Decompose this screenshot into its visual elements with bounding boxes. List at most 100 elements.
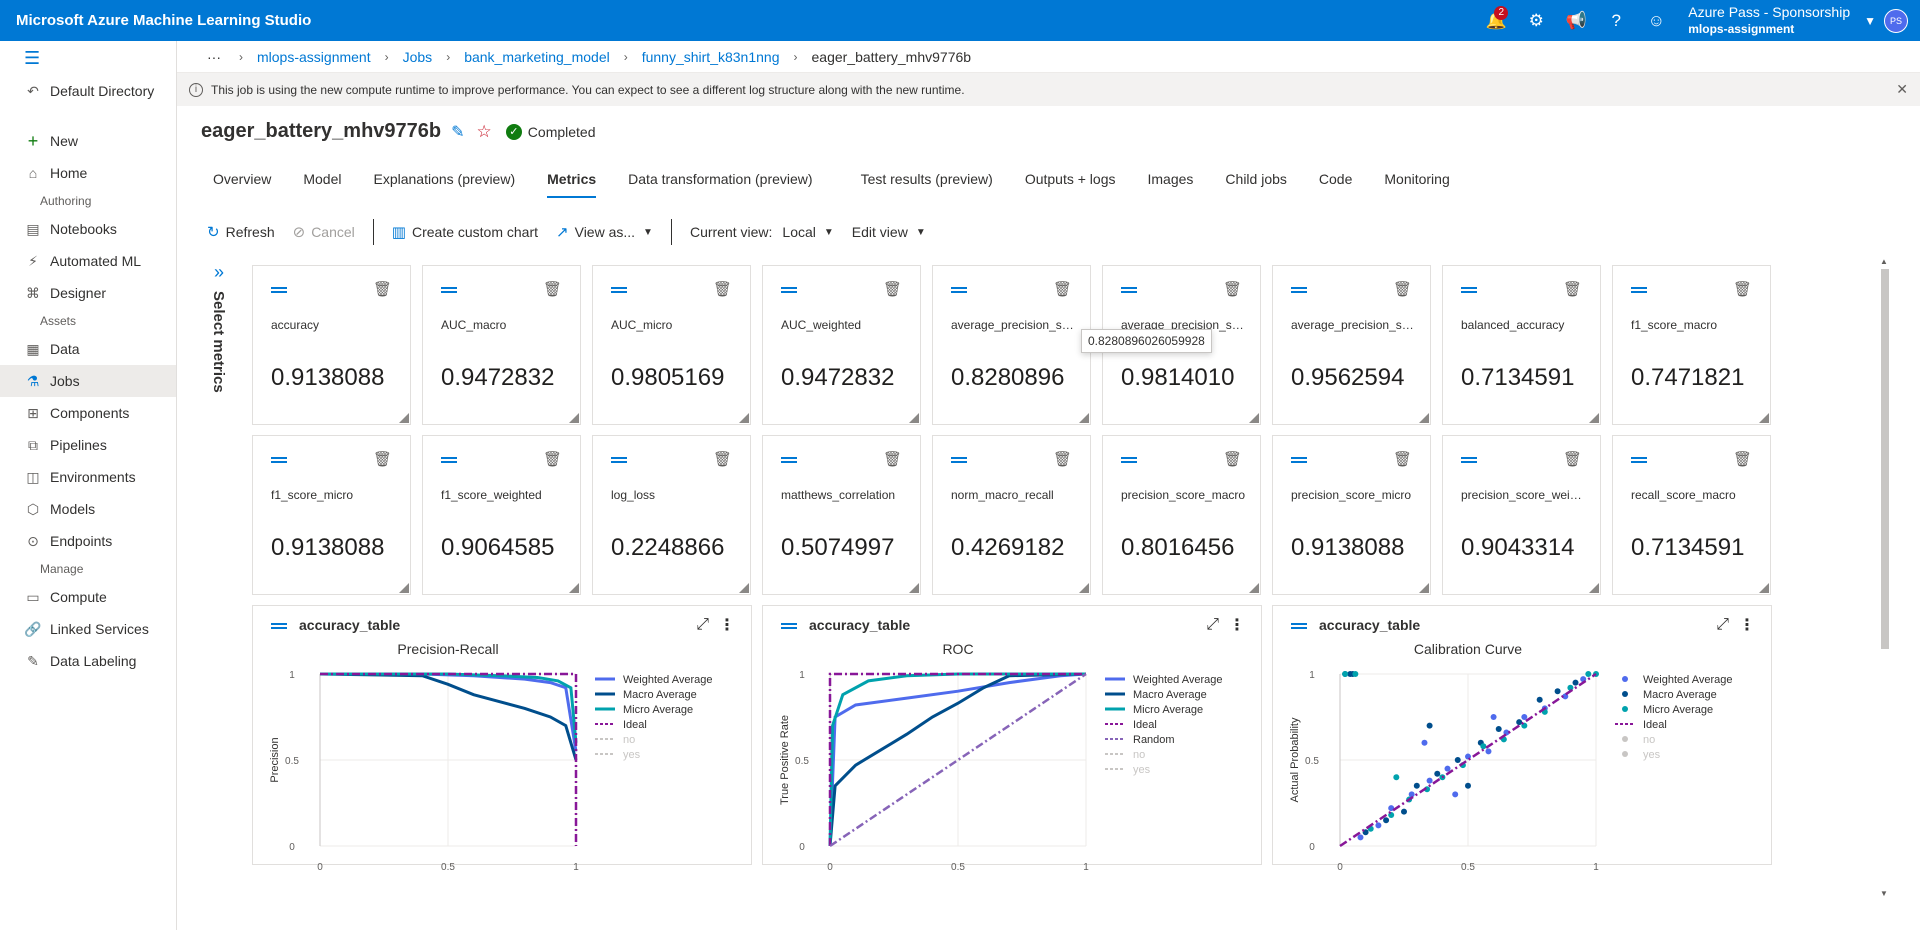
view-as-dropdown[interactable]: ↗ View as... ▼ [556, 223, 653, 241]
cancel-button[interactable]: ⊘ Cancel [293, 223, 355, 241]
announcement-icon[interactable]: 📢 [1556, 0, 1596, 41]
hamburger-menu-icon[interactable]: ☰ [0, 41, 176, 75]
drag-handle-icon[interactable] [271, 457, 287, 463]
metric-card[interactable]: 🗑 precision_score_weigh... 0.9043314 [1442, 435, 1601, 595]
settings-icon[interactable]: ⚙ [1516, 0, 1556, 41]
resize-handle-icon[interactable] [1589, 413, 1599, 423]
expand-icon[interactable]: ⤢ [1206, 616, 1219, 634]
tab-outputs-logs[interactable]: Outputs + logs [1013, 166, 1128, 200]
refresh-button[interactable]: ↻ Refresh [207, 223, 275, 241]
delete-icon[interactable]: 🗑 [713, 280, 732, 298]
tab-overview[interactable]: Overview [201, 166, 283, 200]
sidebar-item-linked-services[interactable]: 🔗 Linked Services [0, 613, 176, 645]
resize-handle-icon[interactable] [909, 413, 919, 423]
drag-handle-icon[interactable] [441, 287, 457, 293]
delete-icon[interactable]: 🗑 [1733, 280, 1752, 298]
resize-handle-icon[interactable] [399, 413, 409, 423]
delete-icon[interactable]: 🗑 [373, 280, 392, 298]
drag-handle-icon[interactable] [781, 623, 797, 629]
drag-handle-icon[interactable] [1121, 457, 1137, 463]
edit-view-dropdown[interactable]: Edit view ▼ [852, 224, 926, 240]
feedback-icon[interactable]: ☺ [1636, 0, 1676, 41]
scrollbar-thumb[interactable] [1881, 269, 1889, 649]
delete-icon[interactable]: 🗑 [713, 450, 732, 468]
metric-card[interactable]: 🗑 average_precision_sco... 0.9562594 [1272, 265, 1431, 425]
sidebar-item-new[interactable]: + New [0, 125, 176, 157]
sidebar-item-jobs[interactable]: ⚗ Jobs [0, 365, 176, 397]
drag-handle-icon[interactable] [611, 287, 627, 293]
metric-card[interactable]: 🗑 average_precision_sco... 0.8280896 [932, 265, 1091, 425]
resize-handle-icon[interactable] [1079, 583, 1089, 593]
tab-test-results[interactable]: Test results (preview) [849, 166, 1005, 200]
sidebar-item-components[interactable]: ⊞ Components [0, 397, 176, 429]
delete-icon[interactable]: 🗑 [1223, 450, 1242, 468]
close-icon[interactable]: ✕ [1896, 81, 1908, 98]
metric-card[interactable]: 🗑 matthews_correlation 0.5074997 [762, 435, 921, 595]
delete-icon[interactable]: 🗑 [1393, 450, 1412, 468]
scroll-down-icon[interactable]: ▼ [1880, 889, 1888, 898]
delete-icon[interactable]: 🗑 [883, 450, 902, 468]
metric-card[interactable]: 🗑 recall_score_macro 0.7134591 [1612, 435, 1771, 595]
resize-handle-icon[interactable] [909, 583, 919, 593]
delete-icon[interactable]: 🗑 [1563, 450, 1582, 468]
delete-icon[interactable]: 🗑 [1053, 450, 1072, 468]
sidebar-item-notebooks[interactable]: ▤ Notebooks [0, 213, 176, 245]
more-options-icon[interactable]: ⋮ [1229, 615, 1245, 635]
delete-icon[interactable]: 🗑 [1733, 450, 1752, 468]
metric-card[interactable]: 🗑 balanced_accuracy 0.7134591 [1442, 265, 1601, 425]
drag-handle-icon[interactable] [781, 287, 797, 293]
drag-handle-icon[interactable] [1291, 287, 1307, 293]
tab-child-jobs[interactable]: Child jobs [1213, 166, 1298, 200]
metric-card[interactable]: 🗑 AUC_macro 0.9472832 [422, 265, 581, 425]
resize-handle-icon[interactable] [1419, 413, 1429, 423]
create-custom-chart-button[interactable]: ▥ Create custom chart [392, 223, 538, 241]
metric-card[interactable]: 🗑 f1_score_weighted 0.9064585 [422, 435, 581, 595]
drag-handle-icon[interactable] [1461, 287, 1477, 293]
resize-handle-icon[interactable] [1759, 583, 1769, 593]
chevron-down-icon[interactable]: ▼ [1864, 14, 1876, 28]
drag-handle-icon[interactable] [611, 457, 627, 463]
resize-handle-icon[interactable] [1759, 413, 1769, 423]
sidebar-item-environments[interactable]: ◫ Environments [0, 461, 176, 493]
tab-metrics[interactable]: Metrics [535, 166, 608, 200]
sidebar-item-endpoints[interactable]: ⊙ Endpoints [0, 525, 176, 557]
tab-data-transformation[interactable]: Data transformation (preview) [616, 166, 824, 200]
delete-icon[interactable]: 🗑 [883, 280, 902, 298]
metric-card[interactable]: 🗑 accuracy 0.9138088 [252, 265, 411, 425]
sidebar-item-designer[interactable]: ⌘ Designer [0, 277, 176, 309]
tab-code[interactable]: Code [1307, 166, 1364, 200]
favorite-star-icon[interactable]: ☆ [477, 122, 492, 142]
delete-icon[interactable]: 🗑 [1563, 280, 1582, 298]
metric-card[interactable]: 🗑 AUC_weighted 0.9472832 [762, 265, 921, 425]
drag-handle-icon[interactable] [271, 623, 287, 629]
delete-icon[interactable]: 🗑 [1053, 280, 1072, 298]
select-metrics-panel-toggle[interactable]: » Select metrics [204, 262, 234, 432]
vertical-scrollbar[interactable]: ▲ ▼ [1878, 255, 1892, 900]
resize-handle-icon[interactable] [739, 413, 749, 423]
sidebar-item-data[interactable]: ▦ Data [0, 333, 176, 365]
resize-handle-icon[interactable] [569, 413, 579, 423]
delete-icon[interactable]: 🗑 [543, 450, 562, 468]
drag-handle-icon[interactable] [1631, 287, 1647, 293]
metric-card[interactable]: 🗑 f1_score_macro 0.7471821 [1612, 265, 1771, 425]
metric-card[interactable]: 🗑 precision_score_micro 0.9138088 [1272, 435, 1431, 595]
account-info[interactable]: Azure Pass - Sponsorship mlops-assignmen… [1688, 4, 1850, 38]
more-icon[interactable]: ··· [207, 49, 221, 65]
current-view-dropdown[interactable]: Local ▼ [782, 224, 833, 240]
resize-handle-icon[interactable] [1079, 413, 1089, 423]
drag-handle-icon[interactable] [951, 287, 967, 293]
metric-card[interactable]: 🗑 norm_macro_recall 0.4269182 [932, 435, 1091, 595]
help-icon[interactable]: ? [1596, 0, 1636, 41]
sidebar-item-compute[interactable]: ▭ Compute [0, 581, 176, 613]
drag-handle-icon[interactable] [781, 457, 797, 463]
metric-card[interactable]: 🗑 f1_score_micro 0.9138088 [252, 435, 411, 595]
delete-icon[interactable]: 🗑 [1393, 280, 1412, 298]
notifications-icon[interactable]: 🔔 2 [1476, 0, 1516, 41]
sidebar-item-directory[interactable]: ↶ Default Directory [0, 75, 176, 107]
tab-model[interactable]: Model [291, 166, 353, 200]
resize-handle-icon[interactable] [1419, 583, 1429, 593]
drag-handle-icon[interactable] [441, 457, 457, 463]
resize-handle-icon[interactable] [1249, 413, 1259, 423]
delete-icon[interactable]: 🗑 [543, 280, 562, 298]
resize-handle-icon[interactable] [399, 583, 409, 593]
